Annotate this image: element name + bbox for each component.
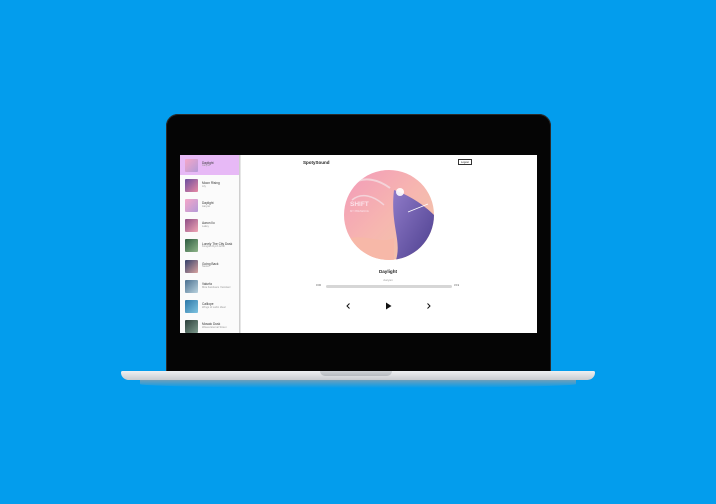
next-button[interactable]: [423, 301, 433, 311]
track-artist: Nestor: [202, 265, 210, 269]
track-text: Going Back Nestor: [202, 262, 218, 269]
track-artist: Aaryan: [202, 204, 211, 208]
track-text: Mosaic Dusk Waves Eternal Street: [202, 323, 226, 329]
track-thumbnail: [185, 259, 198, 273]
track-artist: Lily: [202, 184, 206, 188]
track-thumbnail: [185, 219, 198, 233]
now-playing-title: Daylight: [378, 269, 398, 274]
chevron-right-icon: [426, 303, 431, 309]
sidebar-scrollbar[interactable]: [239, 155, 240, 333]
album-art-image: SHIFT MY PRESENCE: [344, 170, 434, 260]
cover-text-1: SHIFT: [350, 201, 369, 208]
track-text: Valurfa Mira Kamikaze Yaroslavl: [202, 282, 231, 289]
track-item[interactable]: Daylight Aaryan: [180, 155, 240, 176]
play-button[interactable]: [383, 301, 393, 311]
previous-button[interactable]: [343, 301, 353, 311]
track-thumbnail: [185, 198, 198, 212]
track-item[interactable]: Going Back Nestor: [180, 256, 240, 276]
app-window: Daylight Aaryan Moon Rising Lily Daylight Aar…: [180, 155, 537, 333]
track-text: Daylight Aaryan: [202, 161, 214, 168]
total-time: 3:19: [454, 284, 460, 287]
track-thumbnail: [185, 239, 198, 253]
track-artist: Kongolo Ryoh Artist: [202, 245, 225, 249]
track-artist: Aaryan: [202, 164, 211, 168]
track-item[interactable]: Calliope Wings of Lahin Ideal: [180, 296, 240, 316]
track-item[interactable]: Moon Rising Lily: [180, 175, 240, 195]
play-icon: [385, 302, 391, 310]
track-item[interactable]: Valurfa Mira Kamikaze Yaroslavl: [180, 276, 240, 296]
track-artist: Wings of Lahin Ideal: [202, 305, 226, 309]
logout-button[interactable]: Logout: [458, 159, 472, 165]
track-item[interactable]: Lonely The City Dusk Kongolo Ryoh Artist: [180, 236, 240, 256]
track-text: Calliope Wings of Lahin Ideal: [202, 303, 226, 309]
track-artist: Waves Eternal Street: [202, 325, 227, 329]
track-item[interactable]: Aaron Ilo Lakey: [180, 216, 240, 236]
track-text: Aaron Ilo Lakey: [202, 222, 215, 228]
playlist-sidebar: Daylight Aaryan Moon Rising Lily Daylight Aar…: [180, 155, 241, 333]
track-thumbnail: [185, 178, 198, 192]
current-time: 0:00: [316, 284, 322, 287]
cover-text-2: MY PRESENCE: [350, 209, 369, 213]
laptop-shadow: [140, 380, 576, 388]
progress-bar[interactable]: [326, 285, 452, 288]
album-cover: SHIFT MY PRESENCE: [344, 170, 434, 260]
track-text: Lonely The City Dusk Kongolo Ryoh Artist: [202, 242, 232, 249]
track-text: Moon Rising Lily: [202, 182, 220, 188]
track-artist: Lakey: [202, 224, 209, 228]
track-thumbnail: [185, 320, 198, 333]
now-playing-artist: Aaryan: [383, 278, 393, 282]
track-item[interactable]: Mosaic Dusk Waves Eternal Street: [180, 317, 240, 333]
chevron-left-icon: [345, 303, 350, 309]
track-thumbnail: [185, 299, 198, 313]
laptop-notch: [320, 371, 392, 376]
track-text: Daylight Aaryan: [202, 202, 214, 208]
track-thumbnail: [185, 279, 198, 293]
track-artist: Mira Kamikaze Yaroslavl: [202, 285, 231, 289]
track-item[interactable]: Daylight Aaryan: [180, 195, 240, 215]
track-thumbnail: [185, 158, 198, 172]
app-title: SpotySound: [303, 160, 330, 165]
